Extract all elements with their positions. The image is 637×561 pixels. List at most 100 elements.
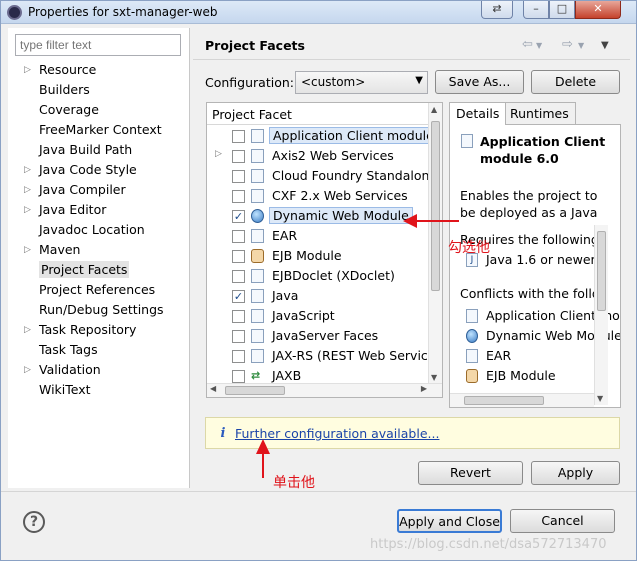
facet-row[interactable]: ▷ Axis2 Web Services xyxy=(207,146,429,166)
expand-arrow-icon[interactable]: ▷ xyxy=(24,360,34,380)
chevron-down-icon: ▼ xyxy=(415,75,423,86)
cancel-button[interactable]: Cancel xyxy=(510,509,615,533)
sidebar-item[interactable]: ▷ Validation xyxy=(8,360,190,380)
sidebar-item[interactable]: Task Tags xyxy=(8,340,190,360)
facet-row[interactable]: Cloud Foundry Standalone xyxy=(207,166,429,186)
help-icon[interactable]: ? xyxy=(23,511,45,533)
facet-vertical-scrollbar[interactable]: ▲ ▼ xyxy=(428,103,442,384)
sidebar-item[interactable]: Javadoc Location xyxy=(8,220,190,240)
facet-row[interactable]: ✓ Dynamic Web Module xyxy=(207,206,429,226)
sidebar-item-label: Project Facets xyxy=(39,261,130,278)
scroll-thumb[interactable] xyxy=(225,386,285,395)
sidebar-item[interactable]: Coverage xyxy=(8,100,190,120)
tab-runtimes[interactable]: Runtimes xyxy=(503,102,576,124)
nav-tree: ▷ Resource Builders Coverage FreeMarker Cont… xyxy=(8,60,190,400)
revert-button[interactable]: Revert xyxy=(418,461,523,485)
close-button[interactable]: ✕ xyxy=(575,1,621,19)
sidebar-item-label: Java Build Path xyxy=(39,142,133,157)
apply-and-close-button[interactable]: Apply and Close xyxy=(397,509,502,533)
scroll-thumb[interactable] xyxy=(464,396,544,405)
delete-button[interactable]: Delete xyxy=(531,70,620,94)
scroll-left-icon[interactable]: ◀ xyxy=(210,384,216,393)
facet-label: Cloud Foundry Standalone xyxy=(272,168,429,183)
scroll-thumb[interactable] xyxy=(431,121,440,291)
expand-arrow-icon[interactable]: ▷ xyxy=(24,320,34,340)
expand-arrow-icon[interactable]: ▷ xyxy=(24,200,34,220)
filter-input[interactable] xyxy=(15,34,181,56)
view-menu-icon[interactable]: ▼ xyxy=(601,40,609,51)
configuration-label: Configuration: xyxy=(205,75,294,90)
forward-menu-icon[interactable]: ▼ xyxy=(578,41,584,50)
facet-row[interactable]: ✓ Java xyxy=(207,286,429,306)
expand-arrow-icon[interactable]: ▷ xyxy=(24,180,34,200)
back-menu-icon[interactable]: ▼ xyxy=(536,41,542,50)
scroll-right-icon[interactable]: ▶ xyxy=(421,384,427,393)
scroll-thumb[interactable] xyxy=(597,231,606,311)
tab-details[interactable]: Details xyxy=(449,102,507,125)
sidebar-item[interactable]: Java Build Path xyxy=(8,140,190,160)
details-vertical-scrollbar[interactable]: ▼ xyxy=(594,225,608,405)
facet-checkbox[interactable] xyxy=(232,350,245,363)
sidebar-item-label: Task Tags xyxy=(39,342,98,357)
facet-doc-icon xyxy=(251,289,264,303)
sidebar-item[interactable]: FreeMarker Context xyxy=(8,120,190,140)
facet-row[interactable]: CXF 2.x Web Services xyxy=(207,186,429,206)
expand-arrow-icon[interactable]: ▷ xyxy=(24,60,34,80)
facet-checkbox[interactable] xyxy=(232,130,245,143)
facet-doc-icon xyxy=(251,229,264,243)
expand-arrow-icon[interactable]: ▷ xyxy=(215,149,222,159)
scroll-down-icon[interactable]: ▼ xyxy=(597,394,603,403)
facet-column-header: Project Facet xyxy=(207,103,430,125)
scroll-up-icon[interactable]: ▲ xyxy=(431,105,437,114)
maximize-button[interactable]: □ xyxy=(549,1,575,19)
facet-checkbox[interactable] xyxy=(232,370,245,383)
details-horizontal-scrollbar[interactable] xyxy=(450,393,594,407)
sidebar-item[interactable]: Project References xyxy=(8,280,190,300)
facet-row[interactable]: JavaScript xyxy=(207,306,429,326)
facet-checkbox[interactable] xyxy=(232,270,245,283)
save-as-button[interactable]: Save As... xyxy=(435,70,524,94)
watermark: https://blog.csdn.net/dsa572713470 xyxy=(370,537,607,552)
sidebar-item[interactable]: Run/Debug Settings xyxy=(8,300,190,320)
sidebar-item-label: Coverage xyxy=(39,102,99,117)
scroll-down-icon[interactable]: ▼ xyxy=(431,373,437,382)
facet-checkbox[interactable] xyxy=(232,150,245,163)
sidebar-item[interactable]: ▷ Java Editor xyxy=(8,200,190,220)
minimize-button[interactable]: – xyxy=(523,1,549,19)
sidebar-item[interactable]: ▷ Java Compiler xyxy=(8,180,190,200)
expand-arrow-icon[interactable]: ▷ xyxy=(24,240,34,260)
facet-label: JavaScript xyxy=(272,308,335,323)
facet-row[interactable]: Application Client module xyxy=(207,126,429,146)
facet-row[interactable]: EJB Module xyxy=(207,246,429,266)
facet-checkbox[interactable] xyxy=(232,170,245,183)
facet-row[interactable]: EJBDoclet (XDoclet) xyxy=(207,266,429,286)
sidebar-item[interactable]: ▷ Task Repository xyxy=(8,320,190,340)
facet-row[interactable]: EAR xyxy=(207,226,429,246)
sidebar-item[interactable]: ▷ Resource xyxy=(8,60,190,80)
facet-checkbox[interactable] xyxy=(232,230,245,243)
facet-row[interactable]: JavaServer Faces xyxy=(207,326,429,346)
sidebar-item[interactable]: Builders xyxy=(8,80,190,100)
apply-button[interactable]: Apply xyxy=(531,461,620,485)
sidebar-item[interactable]: ▷ Maven xyxy=(8,240,190,260)
facet-label: CXF 2.x Web Services xyxy=(272,188,408,203)
facet-checkbox[interactable] xyxy=(232,310,245,323)
restore-button[interactable]: ⇄ xyxy=(481,1,513,19)
sidebar-item[interactable]: ▷ Java Code Style xyxy=(8,160,190,180)
forward-arrow-icon[interactable]: ⇨ xyxy=(562,37,573,52)
expand-arrow-icon[interactable]: ▷ xyxy=(24,160,34,180)
facet-checkbox[interactable] xyxy=(232,250,245,263)
facet-checkbox[interactable] xyxy=(232,330,245,343)
conflicts-label: Conflicts with the following facets: xyxy=(460,286,594,301)
facet-checkbox[interactable]: ✓ xyxy=(232,290,245,303)
sidebar-item[interactable]: Project Facets xyxy=(8,260,190,280)
facet-row[interactable]: JAX-RS (REST Web Services) xyxy=(207,346,429,366)
sidebar-item[interactable]: WikiText xyxy=(8,380,190,400)
back-arrow-icon[interactable]: ⇦ xyxy=(522,37,533,52)
project-facets-page: Project Facets ⇦ ▼ ⇨ ▼ ▼ Configuration: … xyxy=(193,28,630,488)
conflict-item: EAR xyxy=(464,347,511,365)
configuration-select[interactable]: <custom> ▼ xyxy=(295,71,428,94)
facet-checkbox[interactable]: ✓ xyxy=(232,210,245,223)
facet-checkbox[interactable] xyxy=(232,190,245,203)
facet-horizontal-scrollbar[interactable]: ◀ ▶ xyxy=(207,383,442,397)
